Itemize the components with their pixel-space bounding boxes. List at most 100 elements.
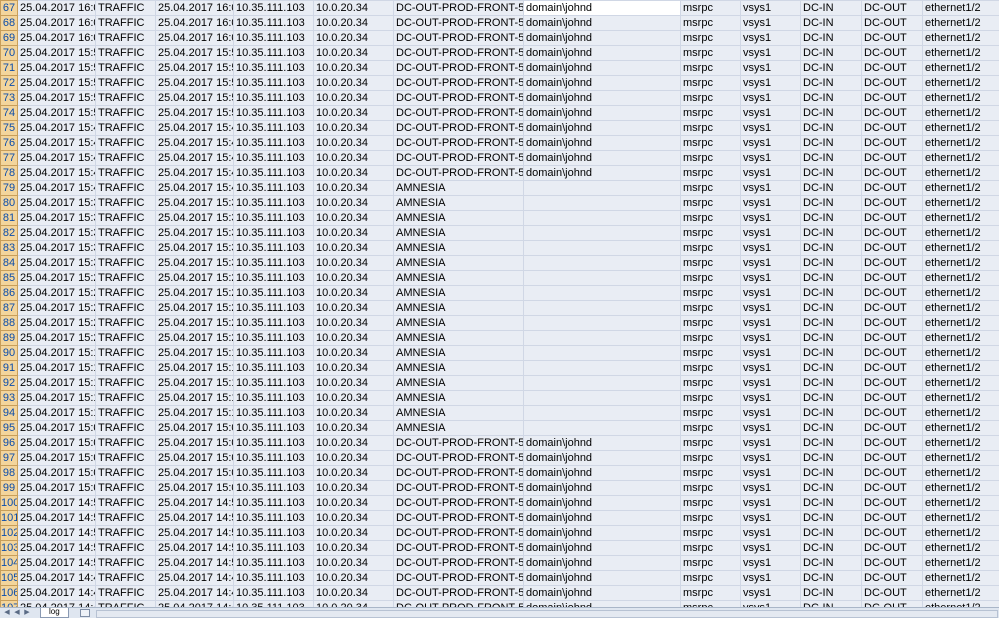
cell-user[interactable]: domain\johnd [524,151,681,166]
cell-dest-ip[interactable]: 10.0.20.34 [314,376,394,391]
cell-generated-time[interactable]: 25.04.2017 15:55 [156,76,234,91]
cell-vsys[interactable]: vsys1 [741,541,801,556]
cell-source-ip[interactable]: 10.35.111.103 [234,556,314,571]
row-header[interactable]: 70 [1,46,18,61]
cell-user[interactable] [524,376,681,391]
prev-sheet-icon[interactable]: ◀ [14,609,20,616]
cell-dest-ip[interactable]: 10.0.20.34 [314,226,394,241]
cell-source-ip[interactable]: 10.35.111.103 [234,331,314,346]
cell-type[interactable]: TRAFFIC [96,406,156,421]
cell-to-zone[interactable]: DC-OUT [862,571,923,586]
cell-vsys[interactable]: vsys1 [741,391,801,406]
cell-generated-time[interactable]: 25.04.2017 14:57 [156,511,234,526]
cell-dest-ip[interactable]: 10.0.20.34 [314,316,394,331]
cell-source-ip[interactable]: 10.35.111.103 [234,286,314,301]
cell-from-zone[interactable]: DC-IN [801,451,862,466]
cell-to-zone[interactable]: DC-OUT [862,226,923,241]
cell-received-time[interactable]: 25.04.2017 16:01 [18,31,96,46]
cell-user[interactable]: domain\johnd [524,166,681,181]
cell-vsys[interactable]: vsys1 [741,286,801,301]
cell-vsys[interactable]: vsys1 [741,436,801,451]
cell-vsys[interactable]: vsys1 [741,46,801,61]
cell-from-zone[interactable]: DC-IN [801,466,862,481]
cell-received-time[interactable]: 25.04.2017 15:07 [18,436,96,451]
cell-interface[interactable]: ethernet1/2 [923,76,999,91]
cell-to-zone[interactable]: DC-OUT [862,541,923,556]
cell-type[interactable]: TRAFFIC [96,16,156,31]
cell-type[interactable]: TRAFFIC [96,271,156,286]
cell-user[interactable] [524,256,681,271]
cell-application[interactable]: msrpc [681,376,741,391]
cell-generated-time[interactable]: 25.04.2017 15:01 [156,481,234,496]
cell-from-zone[interactable]: DC-IN [801,361,862,376]
cell-rule[interactable]: AMNESIA [394,286,524,301]
cell-rule[interactable]: DC-OUT-PROD-FRONT-5 [394,136,524,151]
cell-dest-ip[interactable]: 10.0.20.34 [314,16,394,31]
cell-received-time[interactable]: 25.04.2017 14:57 [18,511,96,526]
cell-vsys[interactable]: vsys1 [741,211,801,226]
cell-application[interactable]: msrpc [681,241,741,256]
cell-from-zone[interactable]: DC-IN [801,256,862,271]
cell-interface[interactable]: ethernet1/2 [923,391,999,406]
cell-type[interactable]: TRAFFIC [96,586,156,601]
spreadsheet-grid[interactable]: 6725.04.2017 16:05TRAFFIC25.04.2017 16:0… [0,0,999,607]
cell-generated-time[interactable]: 25.04.2017 15:47 [156,136,234,151]
row-header[interactable]: 93 [1,391,18,406]
row-header[interactable]: 92 [1,376,18,391]
cell-generated-time[interactable]: 25.04.2017 15:35 [156,226,234,241]
cell-from-zone[interactable]: DC-IN [801,196,862,211]
cell-generated-time[interactable]: 25.04.2017 15:51 [156,106,234,121]
cell-vsys[interactable]: vsys1 [741,571,801,586]
row-header[interactable]: 97 [1,451,18,466]
row-header[interactable]: 89 [1,331,18,346]
cell-to-zone[interactable]: DC-OUT [862,451,923,466]
cell-source-ip[interactable]: 10.35.111.103 [234,421,314,436]
cell-type[interactable]: TRAFFIC [96,226,156,241]
row-header[interactable]: 72 [1,76,18,91]
cell-type[interactable]: TRAFFIC [96,511,156,526]
cell-received-time[interactable]: 25.04.2017 15:13 [18,391,96,406]
cell-source-ip[interactable]: 10.35.111.103 [234,106,314,121]
cell-type[interactable]: TRAFFIC [96,481,156,496]
cell-vsys[interactable]: vsys1 [741,301,801,316]
cell-user[interactable]: domain\johnd [524,106,681,121]
cell-rule[interactable]: DC-OUT-PROD-FRONT-5 [394,121,524,136]
cell-to-zone[interactable]: DC-OUT [862,31,923,46]
cell-vsys[interactable]: vsys1 [741,256,801,271]
cell-vsys[interactable]: vsys1 [741,451,801,466]
cell-generated-time[interactable]: 25.04.2017 15:03 [156,466,234,481]
cell-source-ip[interactable]: 10.35.111.103 [234,46,314,61]
cell-received-time[interactable]: 25.04.2017 14:48 [18,571,96,586]
cell-received-time[interactable]: 25.04.2017 15:57 [18,61,96,76]
cell-application[interactable]: msrpc [681,166,741,181]
cell-user[interactable]: domain\johnd [524,31,681,46]
cell-received-time[interactable]: 25.04.2017 14:46 [18,586,96,601]
cell-user[interactable]: domain\johnd [524,91,681,106]
cell-application[interactable]: msrpc [681,31,741,46]
row-header[interactable]: 87 [1,301,18,316]
selected-cell[interactable]: domain\johnd [524,1,681,16]
cell-source-ip[interactable]: 10.35.111.103 [234,91,314,106]
cell-to-zone[interactable]: DC-OUT [862,391,923,406]
cell-interface[interactable]: ethernet1/2 [923,256,999,271]
cell-rule[interactable]: AMNESIA [394,211,524,226]
cell-dest-ip[interactable]: 10.0.20.34 [314,211,394,226]
cell-rule[interactable]: DC-OUT-PROD-FRONT-5 [394,556,524,571]
cell-received-time[interactable]: 25.04.2017 15:55 [18,76,96,91]
cell-vsys[interactable]: vsys1 [741,31,801,46]
cell-received-time[interactable]: 25.04.2017 15:05 [18,451,96,466]
cell-received-time[interactable]: 25.04.2017 15:49 [18,121,96,136]
cell-type[interactable]: TRAFFIC [96,496,156,511]
cell-source-ip[interactable]: 10.35.111.103 [234,571,314,586]
cell-type[interactable]: TRAFFIC [96,76,156,91]
cell-interface[interactable]: ethernet1/2 [923,556,999,571]
cell-received-time[interactable]: 25.04.2017 15:01 [18,481,96,496]
cell-application[interactable]: msrpc [681,226,741,241]
cell-type[interactable]: TRAFFIC [96,391,156,406]
cell-user[interactable] [524,406,681,421]
cell-to-zone[interactable]: DC-OUT [862,181,923,196]
cell-to-zone[interactable]: DC-OUT [862,376,923,391]
cell-type[interactable]: TRAFFIC [96,241,156,256]
cell-source-ip[interactable]: 10.35.111.103 [234,376,314,391]
cell-from-zone[interactable]: DC-IN [801,241,862,256]
